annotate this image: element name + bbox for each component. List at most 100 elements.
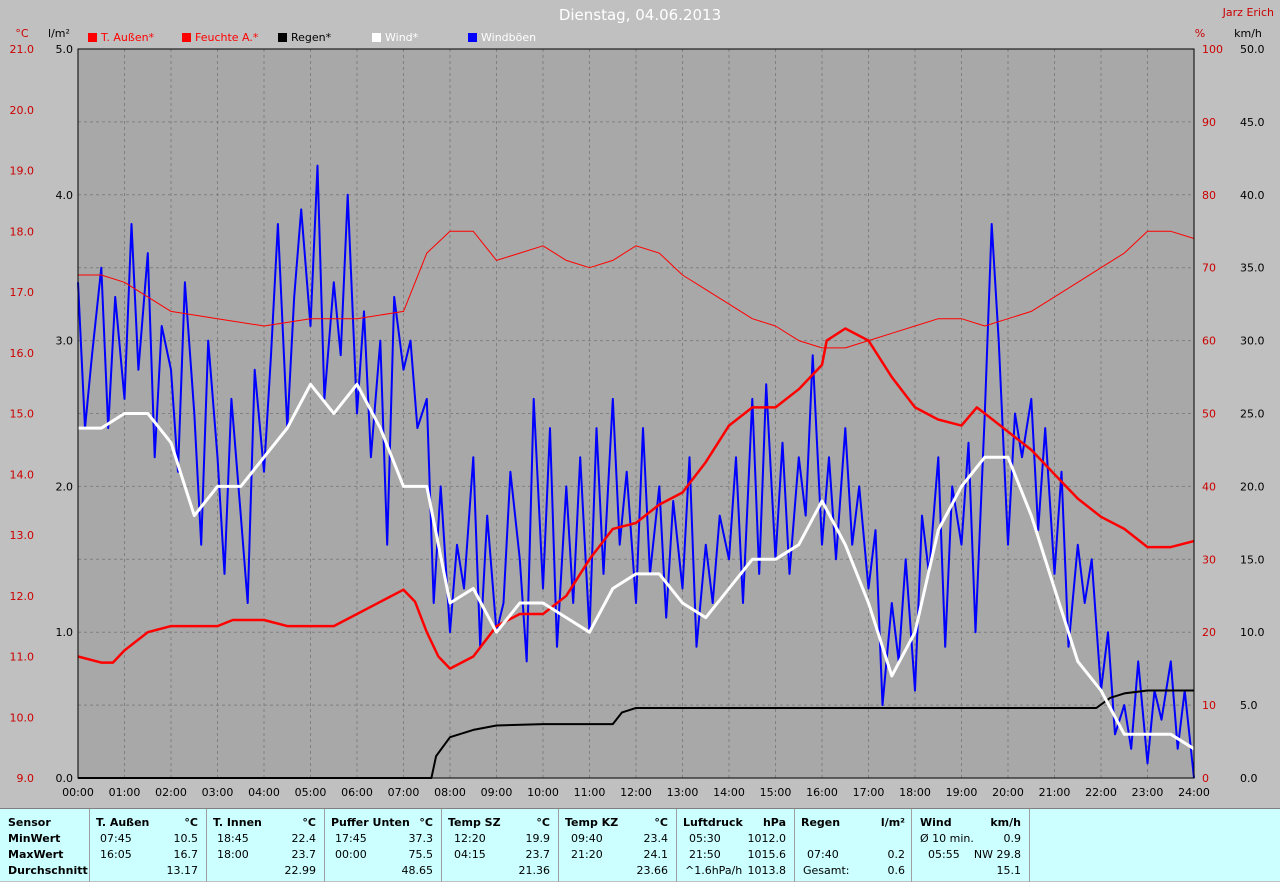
t-aussen-header: T. Außen xyxy=(96,816,150,829)
temp-tick-label: 21.0 xyxy=(10,43,35,56)
regen-max: 0.2 xyxy=(887,848,906,861)
temp-sz-min: 19.9 xyxy=(525,832,551,845)
temp-kz-unit: °C xyxy=(654,816,668,829)
wind-tick-label: 45.0 xyxy=(1240,116,1265,129)
time-tick-label: 07:00 xyxy=(388,786,420,799)
temp-sz-avg: 21.36 xyxy=(518,864,551,877)
time-tick-label: 20:00 xyxy=(992,786,1024,799)
time-tick-label: 24:00 xyxy=(1178,786,1210,799)
legend-swatch xyxy=(182,33,191,42)
temp-kz-header: Temp KZ xyxy=(565,816,619,829)
stats-col-wind: Wind km/h Ø 10 min. 0.9 05:55 NW 29.8 15… xyxy=(912,809,1030,882)
temp-tick-label: 12.0 xyxy=(10,590,35,603)
t-innen-unit: °C xyxy=(302,816,316,829)
luftdruck-header: Luftdruck xyxy=(683,816,743,829)
puffer-min: 37.3 xyxy=(408,832,434,845)
luftdruck-min: 1012.0 xyxy=(747,832,787,845)
rain-tick-label: 0.0 xyxy=(56,772,74,785)
temp-kz-min-time: 09:40 xyxy=(571,832,603,845)
luftdruck-unit: hPa xyxy=(762,816,786,829)
t-innen-avg: 22.99 xyxy=(284,864,317,877)
t-aussen-min-time: 07:45 xyxy=(100,832,132,845)
humidity-unit-label: % xyxy=(1195,27,1205,40)
puffer-unit: °C xyxy=(419,816,433,829)
humidity-tick-label: 90 xyxy=(1202,116,1216,129)
regen-max-time: 07:40 xyxy=(807,848,839,861)
time-tick-label: 03:00 xyxy=(202,786,234,799)
luftdruck-avg: 1013.8 xyxy=(747,864,787,877)
time-tick-label: 15:00 xyxy=(760,786,792,799)
wind-unit: km/h xyxy=(990,816,1021,829)
humidity-tick-label: 80 xyxy=(1202,189,1216,202)
legend-label: Windböen xyxy=(481,31,536,44)
time-tick-label: 05:00 xyxy=(295,786,327,799)
wind-max: NW 29.8 xyxy=(973,848,1021,861)
wind-tick-label: 10.0 xyxy=(1240,626,1265,639)
wind-avg10-label: Ø 10 min. xyxy=(920,832,974,845)
luftdruck-max: 1015.6 xyxy=(747,848,787,861)
stats-col-puffer: Puffer Unten °C 17:45 37.3 00:00 75.5 48… xyxy=(325,809,442,882)
t-aussen-min: 10.5 xyxy=(173,832,199,845)
t-innen-header: T. Innen xyxy=(213,816,262,829)
puffer-min-time: 17:45 xyxy=(335,832,367,845)
puffer-max: 75.5 xyxy=(408,848,434,861)
luftdruck-trend: ^1.6hPa/h xyxy=(685,864,743,877)
stats-row-min-label: MinWert xyxy=(8,832,61,845)
temp-sz-max-time: 04:15 xyxy=(454,848,486,861)
wind-avg: 15.1 xyxy=(996,864,1022,877)
stats-col-temp-kz: Temp KZ °C 09:40 23.4 21:20 24.1 23.66 xyxy=(559,809,677,882)
wind-tick-label: 30.0 xyxy=(1240,335,1265,348)
regen-unit: l/m² xyxy=(880,816,905,829)
time-tick-label: 02:00 xyxy=(155,786,187,799)
t-aussen-unit: °C xyxy=(184,816,198,829)
temp-kz-max-time: 21:20 xyxy=(571,848,603,861)
time-tick-label: 11:00 xyxy=(574,786,606,799)
temp-tick-label: 16.0 xyxy=(10,347,35,360)
temp-kz-max: 24.1 xyxy=(643,848,669,861)
puffer-header: Puffer Unten xyxy=(331,816,410,829)
stats-col-t-aussen: T. Außen °C 07:45 10.5 16:05 16.7 13.17 xyxy=(90,809,207,882)
wind-tick-label: 15.0 xyxy=(1240,553,1265,566)
wind-tick-label: 40.0 xyxy=(1240,189,1265,202)
time-tick-label: 23:00 xyxy=(1132,786,1164,799)
t-innen-max-time: 18:00 xyxy=(217,848,249,861)
weather-chart: 9.0 10.0 11.0 12.0 13.0 14.0 15.0 16.0 17.0 18.0 1… xyxy=(0,0,1280,808)
stats-row-max-label: MaxWert xyxy=(8,848,64,861)
legend-label: Regen* xyxy=(291,31,332,44)
temp-tick-label: 14.0 xyxy=(10,468,35,481)
luftdruck-max-time: 21:50 xyxy=(689,848,721,861)
humidity-tick-label: 10 xyxy=(1202,699,1216,712)
legend-swatch xyxy=(278,33,287,42)
time-tick-label: 01:00 xyxy=(109,786,141,799)
t-aussen-avg: 13.17 xyxy=(166,864,199,877)
time-tick-label: 17:00 xyxy=(853,786,885,799)
legend-swatch xyxy=(468,33,477,42)
temp-sz-header: Temp SZ xyxy=(448,816,501,829)
time-tick-label: 14:00 xyxy=(713,786,745,799)
rain-tick-label: 5.0 xyxy=(56,43,74,56)
temp-tick-label: 11.0 xyxy=(10,651,35,664)
time-tick-label: 06:00 xyxy=(341,786,373,799)
time-tick-label: 09:00 xyxy=(481,786,513,799)
temp-tick-label: 15.0 xyxy=(10,408,35,421)
stats-col-temp-sz: Temp SZ °C 12:20 19.9 04:15 23.7 21.36 xyxy=(442,809,559,882)
puffer-max-time: 00:00 xyxy=(335,848,367,861)
time-tick-label: 04:00 xyxy=(248,786,280,799)
temp-tick-label: 17.0 xyxy=(10,286,35,299)
temp-unit-label: °C xyxy=(15,27,29,40)
time-tick-label: 18:00 xyxy=(899,786,931,799)
wind-tick-label: 20.0 xyxy=(1240,480,1265,493)
wind-header: Wind xyxy=(920,816,952,829)
temp-kz-avg: 23.66 xyxy=(636,864,669,877)
wind-tick-label: 5.0 xyxy=(1240,699,1258,712)
temp-tick-label: 10.0 xyxy=(10,711,35,724)
time-tick-label: 08:00 xyxy=(434,786,466,799)
regen-header: Regen xyxy=(801,816,841,829)
time-tick-label: 19:00 xyxy=(946,786,978,799)
wind-tick-label: 25.0 xyxy=(1240,408,1265,421)
temp-tick-label: 19.0 xyxy=(10,165,35,178)
time-tick-label: 12:00 xyxy=(620,786,652,799)
time-tick-label: 00:00 xyxy=(62,786,94,799)
rain-tick-label: 2.0 xyxy=(56,480,74,493)
legend-label: T. Außen* xyxy=(100,31,155,44)
